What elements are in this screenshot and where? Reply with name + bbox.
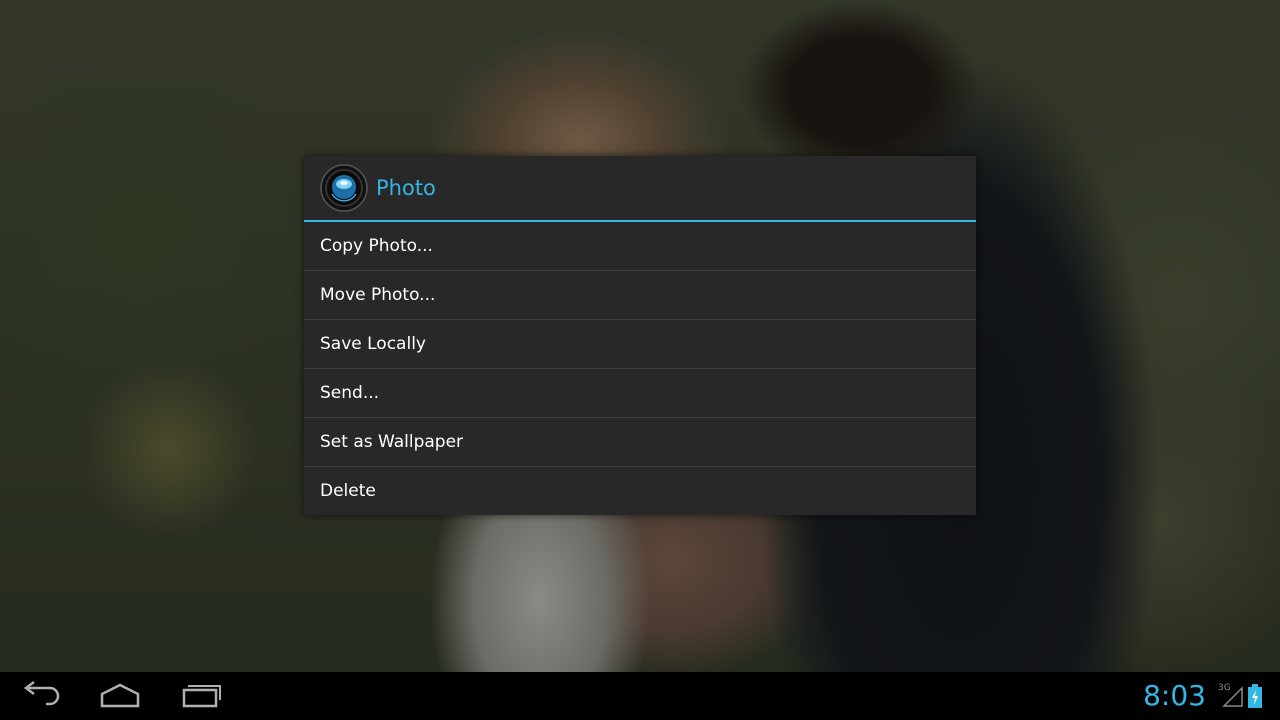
menu-item-delete[interactable]: Delete [304,467,976,515]
dialog-header: Photo [304,156,976,222]
dialog-title: Photo [376,176,436,200]
menu-item-move-photo[interactable]: Move Photo... [304,271,976,320]
home-icon[interactable] [88,680,152,712]
camera-lens-icon [320,164,368,212]
clock[interactable]: 8:03 [1143,678,1206,714]
signal-icon [1222,686,1243,707]
menu-item-copy-photo[interactable]: Copy Photo... [304,222,976,271]
system-navigation-bar: 8:03 3G [0,672,1280,720]
screen: Photo Copy Photo... Move Photo... Save L… [0,0,1280,720]
back-arrow-icon[interactable] [8,680,72,712]
recent-apps-icon[interactable] [168,680,232,712]
menu-item-set-as-wallpaper[interactable]: Set as Wallpaper [304,418,976,467]
menu-item-send[interactable]: Send... [304,369,976,418]
battery-charging-icon [1248,684,1262,708]
menu-item-save-locally[interactable]: Save Locally [304,320,976,369]
photo-context-menu-dialog: Photo Copy Photo... Move Photo... Save L… [304,156,976,515]
